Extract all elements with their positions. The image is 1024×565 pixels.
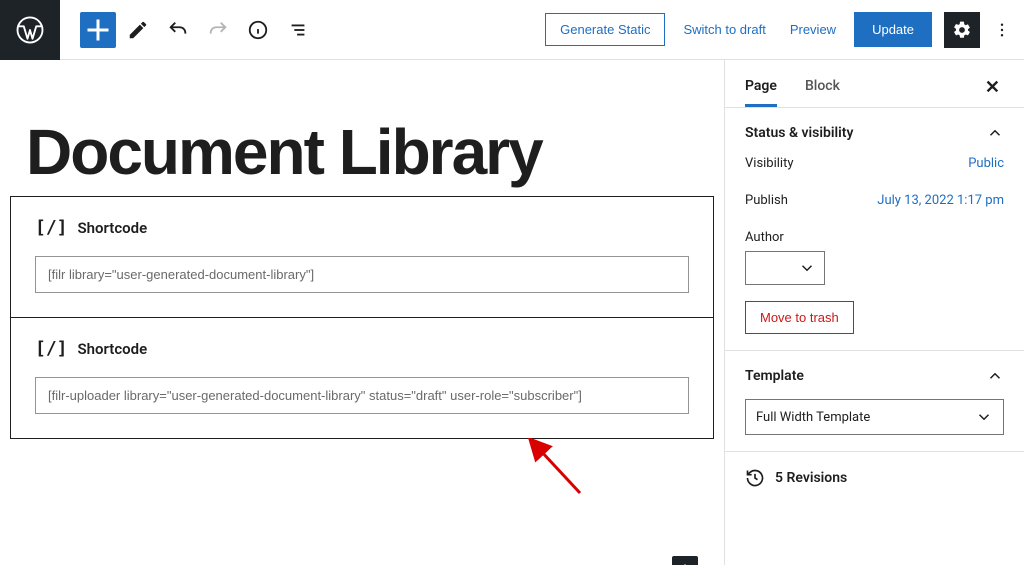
edit-icon[interactable] — [120, 12, 156, 48]
tab-block[interactable]: Block — [805, 68, 840, 107]
generate-static-button[interactable]: Generate Static — [545, 13, 665, 46]
update-button[interactable]: Update — [854, 12, 932, 47]
panel-toggle-status-visibility[interactable]: Status & visibility — [745, 124, 1004, 142]
panel-toggle-template[interactable]: Template — [745, 367, 1004, 385]
redo-icon — [200, 12, 236, 48]
chevron-down-icon — [798, 259, 816, 277]
undo-icon[interactable] — [160, 12, 196, 48]
more-options-icon[interactable] — [992, 12, 1012, 48]
add-block-button[interactable] — [80, 12, 116, 48]
settings-sidebar: Page Block ✕ Status & visibility Visibil… — [724, 60, 1024, 565]
page-title[interactable]: Document Library — [26, 120, 714, 184]
chevron-up-icon — [986, 367, 1004, 385]
shortcode-input[interactable] — [35, 377, 689, 414]
template-select[interactable]: Full Width Template — [745, 399, 1004, 435]
close-sidebar-icon[interactable]: ✕ — [981, 73, 1004, 102]
author-label: Author — [745, 230, 1004, 245]
switch-to-draft-button[interactable]: Switch to draft — [677, 14, 771, 45]
revisions-label: 5 Revisions — [775, 470, 847, 486]
panel-template: Template Full Width Template — [725, 350, 1024, 451]
block-type-label: Shortcode — [78, 340, 148, 358]
block-group[interactable]: [/] Shortcode [/] Shortcode — [10, 196, 714, 439]
list-view-icon[interactable] — [280, 12, 316, 48]
block-type-label: Shortcode — [78, 219, 148, 237]
panel-status-visibility: Status & visibility Visibility Public Pu… — [725, 107, 1024, 350]
preview-button[interactable]: Preview — [784, 14, 842, 45]
shortcode-block[interactable]: [/] Shortcode — [11, 317, 713, 438]
shortcode-icon: [/] — [35, 338, 68, 359]
settings-button[interactable] — [944, 12, 980, 48]
shortcode-block[interactable]: [/] Shortcode — [11, 197, 713, 317]
chevron-down-icon — [975, 408, 993, 426]
editor-canvas[interactable]: Document Library [/] Shortcode [/] Short… — [0, 60, 724, 565]
visibility-label: Visibility — [745, 156, 794, 171]
append-block-button[interactable] — [672, 556, 698, 565]
chevron-up-icon — [986, 124, 1004, 142]
move-to-trash-button[interactable]: Move to trash — [745, 301, 854, 334]
tab-page[interactable]: Page — [745, 68, 777, 107]
author-select[interactable] — [745, 251, 825, 285]
shortcode-input[interactable] — [35, 256, 689, 293]
info-icon[interactable] — [240, 12, 276, 48]
history-icon — [745, 468, 765, 488]
panel-revisions[interactable]: 5 Revisions — [725, 451, 1024, 504]
publish-label: Publish — [745, 193, 788, 208]
wordpress-logo[interactable] — [0, 0, 60, 60]
annotation-arrow — [470, 438, 590, 498]
shortcode-icon: [/] — [35, 217, 68, 238]
visibility-value[interactable]: Public — [968, 156, 1004, 171]
publish-value[interactable]: July 13, 2022 1:17 pm — [877, 193, 1004, 208]
